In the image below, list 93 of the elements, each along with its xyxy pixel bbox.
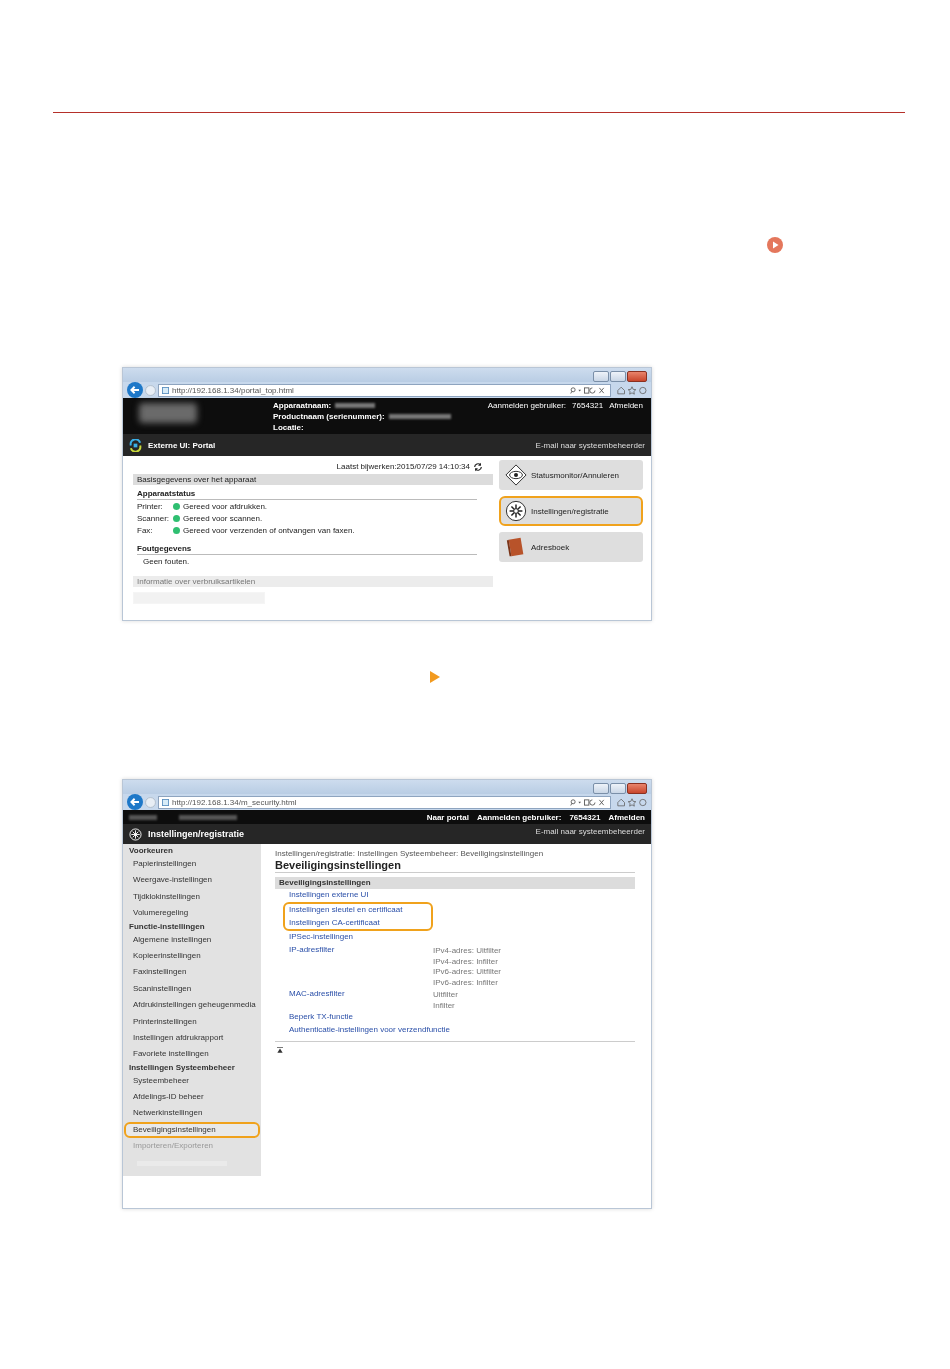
settings-link[interactable]: Instellingen externe UI bbox=[289, 889, 433, 902]
maximize-button[interactable] bbox=[610, 783, 626, 794]
portal-logo-icon bbox=[129, 438, 142, 452]
address-field[interactable]: http://192.168.1.34/m_security.html bbox=[158, 795, 611, 809]
sidebar-item[interactable]: Afdrukinstellingen geheugenmedia bbox=[124, 997, 260, 1014]
email-admin-link[interactable]: E-mail naar systeembeheerder bbox=[535, 440, 645, 450]
error-text: Geen fouten. bbox=[143, 557, 191, 566]
filter-value: Uitfilter bbox=[433, 990, 458, 1001]
user-label: Aanmelden gebruiker: bbox=[476, 812, 562, 822]
filter-value: IPv6-adres: Uitfilter bbox=[433, 967, 502, 978]
device-info-label: Locatie: bbox=[273, 422, 304, 432]
menu-button[interactable]: Adresboek bbox=[499, 532, 643, 562]
settings-link[interactable]: Authenticatie-instellingen voor verzendfunctie bbox=[289, 1024, 450, 1037]
filter-value: IPv4-adres: Infilter bbox=[433, 956, 499, 968]
last-updated-text: Laatst bijwerken:2015/07/29 14:10:34 bbox=[336, 462, 470, 471]
settings-link[interactable]: MAC-adresfilter bbox=[289, 988, 433, 1001]
page-title: Externe UI: Portal bbox=[148, 440, 216, 450]
gear-icon bbox=[505, 500, 527, 522]
eye-icon bbox=[505, 464, 527, 486]
error-heading: Foutgegevens bbox=[137, 544, 477, 555]
close-button[interactable] bbox=[627, 371, 647, 382]
sidebar-item[interactable]: Papierinstellingen bbox=[124, 856, 260, 873]
logout-link[interactable]: Afmelden bbox=[609, 401, 643, 432]
gear-icon bbox=[129, 827, 142, 841]
address-field[interactable]: http://192.168.1.34/portal_top.html bbox=[158, 383, 611, 397]
device-info-label: Apparaatnaam: bbox=[273, 401, 332, 411]
browser-toolbar-icon[interactable] bbox=[617, 797, 647, 807]
minimize-button[interactable] bbox=[593, 371, 609, 382]
sidebar-item[interactable]: Netwerkinstellingen bbox=[124, 1105, 260, 1122]
status-message: Gereed voor afdrukken. bbox=[183, 501, 268, 511]
sidebar-item[interactable]: Printerinstellingen bbox=[124, 1013, 260, 1030]
user-label: Aanmelden gebruiker: bbox=[487, 401, 567, 412]
sidebar-item[interactable]: Algemene instellingen bbox=[124, 931, 260, 948]
sidebar-item[interactable]: Afdelings-ID beheer bbox=[124, 1089, 260, 1106]
sidebar-item[interactable]: Favoriete instellingen bbox=[124, 1046, 260, 1063]
settings-link[interactable]: Beperk TX-functie bbox=[289, 1011, 433, 1024]
page-title: Instellingen/registratie bbox=[148, 829, 245, 839]
settings-link[interactable]: IPSec-instellingen bbox=[289, 931, 433, 945]
sidebar-item[interactable]: Systeembeheer bbox=[124, 1072, 260, 1090]
blurred-logo bbox=[139, 403, 197, 423]
email-admin-link[interactable]: E-mail naar systeembeheerder bbox=[535, 827, 645, 836]
back-arrow-icon[interactable] bbox=[127, 382, 143, 398]
sidebar-item[interactable]: Instellingen afdrukrapport bbox=[124, 1029, 260, 1047]
status-heading: Apparaatstatus bbox=[137, 489, 477, 500]
filter-value: Infilter bbox=[433, 1000, 456, 1012]
sidebar-heading: Functie-instellingen bbox=[128, 921, 206, 932]
sidebar-item[interactable]: Volumeregeling bbox=[124, 905, 260, 922]
section-title: Beveiligingsinstellingen bbox=[275, 877, 635, 889]
page-icon bbox=[162, 386, 169, 394]
address-bar-tools-icon[interactable] bbox=[569, 386, 607, 394]
minimize-button[interactable] bbox=[593, 783, 609, 794]
triangle-arrow-icon bbox=[430, 671, 440, 683]
section-title: Basisgegevens over het apparaat bbox=[133, 474, 493, 485]
back-to-top-icon[interactable] bbox=[277, 1046, 283, 1053]
sidebar-heading: Instellingen Systeembeheer bbox=[128, 1062, 236, 1073]
sidebar-item[interactable]: Weergave-instellingen bbox=[124, 872, 260, 889]
device-info-label: Productnaam (serienummer): bbox=[273, 412, 385, 421]
logout-link[interactable]: Afmelden bbox=[608, 812, 645, 822]
filter-value: IPv4-adres: Uitfilter bbox=[433, 946, 502, 957]
blurred-value bbox=[335, 403, 376, 409]
sidebar-item[interactable]: Beveiligingsinstellingen bbox=[124, 1121, 260, 1139]
refresh-icon[interactable] bbox=[473, 461, 483, 472]
settings-link[interactable]: Instellingen CA-certificaat bbox=[289, 916, 433, 930]
filter-value: IPv6-adres: Infilter bbox=[433, 977, 499, 989]
sidebar-item[interactable]: Scaninstellingen bbox=[124, 980, 260, 998]
blurred-value bbox=[388, 414, 451, 419]
status-message: Gereed voor scannen. bbox=[183, 513, 263, 523]
section-title: Informatie over verbruiksartikelen bbox=[133, 576, 493, 587]
portal-link[interactable]: Naar portal bbox=[426, 812, 469, 822]
maximize-button[interactable] bbox=[610, 371, 626, 382]
browser-toolbar-icon[interactable] bbox=[617, 385, 647, 395]
settings-link[interactable]: IP-adresfilter bbox=[289, 944, 433, 957]
blurred-value bbox=[129, 814, 157, 820]
sidebar-item[interactable]: Tijdklokinstellingen bbox=[124, 888, 260, 906]
blurred-value bbox=[179, 814, 237, 820]
device-label: Scanner: bbox=[137, 513, 171, 523]
page-icon bbox=[162, 798, 169, 806]
breadcrumb: Instellingen/registratie: Instellingen Systeembeheer: Beveiligingsinstellingen bbox=[275, 849, 545, 858]
sidebar-heading: Voorkeuren bbox=[128, 846, 174, 856]
user-id: 7654321 bbox=[569, 812, 601, 822]
address-bar-tools-icon[interactable] bbox=[569, 798, 607, 806]
status-message: Gereed voor verzenden of ontvangen van faxen. bbox=[183, 525, 355, 535]
close-button[interactable] bbox=[627, 783, 647, 794]
page-heading: Beveiligingsinstellingen bbox=[275, 859, 635, 873]
user-id: 7654321 bbox=[572, 401, 604, 412]
sidebar-item[interactable]: Kopieerinstellingen bbox=[124, 947, 260, 965]
sidebar-item[interactable]: Faxinstellingen bbox=[124, 964, 260, 981]
settings-link[interactable]: Instellingen sleutel en certificaat bbox=[289, 903, 433, 917]
device-label: Fax: bbox=[137, 525, 154, 535]
back-arrow-icon[interactable] bbox=[127, 794, 143, 810]
device-label: Printer: bbox=[137, 501, 164, 511]
menu-button[interactable]: Instellingen/registratie bbox=[499, 496, 643, 526]
menu-button[interactable]: Statusmonitor/Annuleren bbox=[499, 460, 643, 490]
